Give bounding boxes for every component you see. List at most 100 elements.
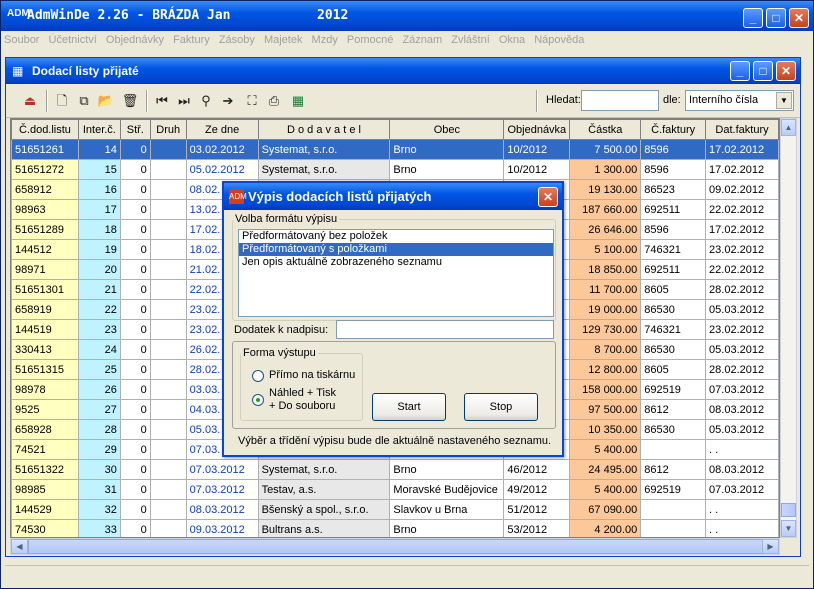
table-cell: 1 300.00	[569, 159, 642, 180]
table-row[interactable]: 51651261 14 0 03.02.2012 Systemat, s.r.o. Brn…	[11, 139, 779, 160]
dle-select-value: Interního čísla	[689, 94, 759, 106]
table-row[interactable]: 51651272 15 0 05.02.2012 Systemat, s.r.o. Brn…	[11, 159, 779, 180]
chevron-down-icon[interactable]: ▼	[776, 92, 792, 109]
table-row[interactable]: 98985 31 0 07.03.2012 Testav, a.s. Moravské B…	[11, 479, 779, 500]
stop-button[interactable]: Stop	[464, 393, 538, 421]
table-cell: 23.02.2012	[705, 239, 779, 260]
menu-mzdy[interactable]: Mzdy	[309, 31, 341, 49]
menu-okna[interactable]: Okna	[496, 31, 528, 49]
scroll-down-icon[interactable]: ▼	[781, 520, 796, 537]
table-cell: 22.02.2012	[705, 259, 779, 280]
radio-printer-label[interactable]: Přímo na tiskárnu	[269, 369, 355, 381]
table-cell: 658912	[11, 179, 79, 200]
table-cell: 17.02.2012	[705, 139, 779, 160]
table-cell: 25	[77, 359, 121, 380]
table-cell	[149, 219, 187, 240]
format-option-selected[interactable]: Předformátovaný s položkami	[239, 243, 553, 256]
radio-printer[interactable]	[252, 370, 264, 382]
select-icon[interactable]: ⛶	[242, 91, 262, 111]
format-option[interactable]: Předformátovaný bez položek	[239, 230, 553, 243]
start-button[interactable]: Start	[372, 393, 446, 421]
table-cell: 28.02.2012	[705, 359, 779, 380]
table-cell: 5 400.00	[569, 439, 642, 460]
table-cell: 21	[77, 279, 121, 300]
table-row[interactable]: 144529 32 0 08.03.2012 Bšenský a spol., s.r.…	[11, 499, 779, 520]
open-icon[interactable]: 📂	[96, 91, 116, 111]
minimize-button[interactable]: _	[743, 8, 763, 28]
hledat-input[interactable]	[581, 90, 659, 111]
menu-pomocne[interactable]: Pomocné	[344, 31, 396, 49]
next-icon[interactable]: ➔	[218, 91, 238, 111]
column-header[interactable]: Č.faktury	[640, 119, 707, 140]
table-cell	[149, 159, 187, 180]
menu-napoveda[interactable]: Nápověda	[531, 31, 587, 49]
format-listbox[interactable]: Předformátovaný bez položek Předformátov…	[238, 229, 554, 317]
h-scroll-thumb[interactable]	[28, 539, 768, 554]
menu-faktury[interactable]: Faktury	[170, 31, 213, 49]
child-minimize-button[interactable]: _	[730, 61, 750, 81]
exit-icon[interactable]: ⏏	[20, 91, 40, 111]
maximize-button[interactable]: □	[766, 8, 786, 28]
table-cell: 53/2012	[503, 519, 571, 537]
table-row[interactable]: 51651322 30 0 07.03.2012 Systemat, s.r.o. Brn…	[11, 459, 779, 480]
menu-soubor[interactable]: Soubor	[1, 31, 42, 49]
column-header[interactable]: D o d a v a t e l	[257, 119, 391, 140]
dodatek-input[interactable]	[336, 320, 554, 339]
dialog-close-button[interactable]: ✕	[538, 187, 558, 207]
radio-preview-label-1[interactable]: Náhled + Tisk	[269, 387, 336, 399]
radio-preview-label-2[interactable]: + Do souboru	[269, 400, 335, 412]
new-icon[interactable]: 🗋	[52, 91, 72, 111]
scroll-up-icon[interactable]: ▲	[781, 119, 796, 136]
menu-objednavky[interactable]: Objednávky	[103, 31, 167, 49]
table-cell: 27	[77, 399, 121, 420]
close-button[interactable]: ✕	[789, 8, 809, 28]
table-cell: 19 130.00	[569, 179, 642, 200]
search-icon[interactable]: ⚲	[196, 91, 216, 111]
dle-select[interactable]: Interního čísla ▼	[685, 90, 794, 111]
menu-zasoby[interactable]: Zásoby	[216, 31, 258, 49]
table-cell: 51651261	[11, 139, 79, 160]
table-cell	[149, 379, 187, 400]
menu-majetek[interactable]: Majetek	[261, 31, 306, 49]
menu-ucetnictvi[interactable]: Účetnictví	[46, 31, 100, 49]
column-header[interactable]: Částka	[569, 119, 642, 140]
scroll-right-icon[interactable]: ▶	[762, 539, 779, 554]
excel-icon[interactable]: ▦	[288, 91, 308, 111]
column-header[interactable]: Obec	[389, 119, 505, 140]
table-cell	[149, 359, 187, 380]
column-header[interactable]: Objednávka	[503, 119, 571, 140]
scroll-left-icon[interactable]: ◀	[11, 539, 28, 554]
copy-icon[interactable]: ⧉	[74, 91, 94, 111]
table-cell: 18	[77, 219, 121, 240]
vertical-scrollbar[interactable]: ▲ ▼	[780, 118, 797, 538]
table-cell: 14	[77, 139, 121, 160]
menu-zaznam[interactable]: Záznam	[399, 31, 445, 49]
first-icon[interactable]: ⏮	[152, 91, 172, 111]
child-close-button[interactable]: ✕	[776, 61, 796, 81]
table-cell: 129 730.00	[569, 319, 642, 340]
delete-icon[interactable]: 🗑	[120, 91, 140, 111]
child-maximize-button[interactable]: □	[753, 61, 773, 81]
table-cell: 0	[119, 179, 151, 200]
print-icon[interactable]: ⎙	[264, 91, 284, 111]
table-row[interactable]: 74530 33 0 09.03.2012 Bultrans a.s. Brno 53/20…	[11, 519, 779, 537]
format-option[interactable]: Jen opis aktuálně zobrazeného seznamu	[239, 256, 553, 269]
table-cell: 10 350.00	[569, 419, 642, 440]
column-header[interactable]: Druh	[149, 119, 187, 140]
table-cell: 0	[119, 239, 151, 260]
column-header[interactable]: Ze dne	[185, 119, 259, 140]
table-cell: 8596	[640, 159, 707, 180]
last-icon[interactable]: ⏭	[174, 91, 194, 111]
column-header[interactable]: Inter.č.	[77, 119, 121, 140]
table-cell: 0	[119, 299, 151, 320]
scroll-thumb[interactable]	[781, 503, 796, 517]
radio-preview[interactable]	[252, 394, 264, 406]
table-cell: 10/2012	[503, 159, 571, 180]
column-header[interactable]: Dat.faktury	[705, 119, 779, 140]
column-header[interactable]: Č.dod.listu	[11, 119, 79, 140]
table-cell: 746321	[640, 319, 707, 340]
menu-zvlastni[interactable]: Zvláštní	[448, 31, 493, 49]
column-header[interactable]: Stř.	[119, 119, 151, 140]
horizontal-scrollbar[interactable]: ◀ ▶	[10, 538, 780, 555]
print-dialog: ADM Výpis dodacích listů přijatých ✕ Vol…	[222, 181, 564, 457]
